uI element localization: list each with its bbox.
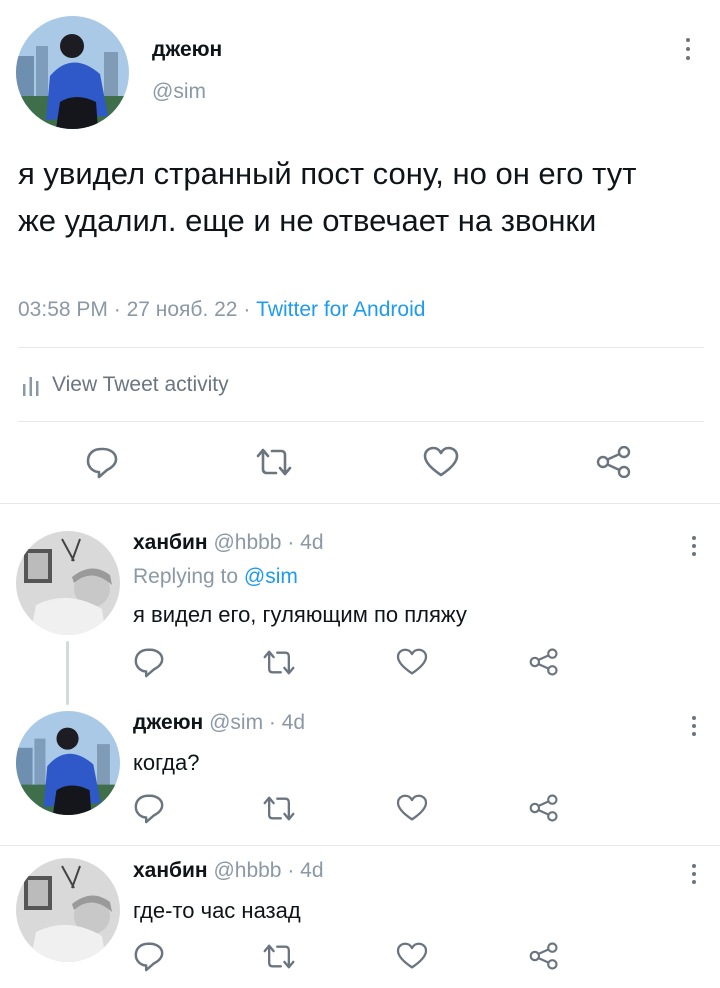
reply-author-handle[interactable]: @hbbb <box>213 859 281 882</box>
thread-connector <box>66 641 69 705</box>
avatar-reply-2[interactable] <box>16 711 120 815</box>
reply-author-name[interactable]: ханбин <box>133 859 208 882</box>
like-button[interactable] <box>423 446 459 478</box>
retweet-icon <box>263 944 295 969</box>
like-button[interactable] <box>396 942 428 970</box>
reply-icon <box>134 648 164 678</box>
avatar-image <box>16 531 120 635</box>
divider <box>0 503 720 504</box>
reply-text: когда? <box>133 750 200 775</box>
reply-2-header: джеюн @sim · 4d <box>133 711 305 735</box>
divider <box>0 845 720 846</box>
bar-chart-icon <box>23 377 39 396</box>
main-author-handle[interactable]: @sim <box>152 80 206 104</box>
main-tweet-text: я увидел странный пост сону, но он его т… <box>18 156 637 238</box>
retweet-icon <box>256 448 292 476</box>
reply-1-header: ханбин @hbbb · 4d <box>133 531 324 555</box>
reply-button[interactable] <box>133 792 165 824</box>
reply-button[interactable] <box>133 646 165 678</box>
divider <box>18 421 704 422</box>
meta-separator: · <box>243 298 251 321</box>
retweet-button[interactable] <box>262 943 296 970</box>
like-icon <box>423 446 459 477</box>
share-icon <box>529 794 558 822</box>
retweet-button[interactable] <box>255 447 293 477</box>
reply-age: · 4d <box>268 711 306 734</box>
more-icon[interactable] <box>689 716 699 736</box>
more-icon[interactable] <box>689 536 699 556</box>
share-button[interactable] <box>529 794 559 822</box>
replying-to: Replying to @sim <box>133 565 298 589</box>
retweet-button[interactable] <box>262 649 296 676</box>
replying-to-handle[interactable]: @sim <box>244 565 298 588</box>
like-button[interactable] <box>396 648 428 676</box>
share-icon <box>529 942 558 970</box>
replying-to-label: Replying to <box>133 565 239 588</box>
reply-button[interactable] <box>85 445 119 479</box>
reply-author-name[interactable]: джеюн <box>133 711 203 734</box>
view-tweet-activity-button[interactable]: View Tweet activity <box>22 370 229 400</box>
reply-icon <box>134 942 164 972</box>
meta-separator: · <box>113 298 121 321</box>
avatar-reply-1[interactable] <box>16 531 120 635</box>
avatar-image <box>16 858 120 962</box>
retweet-icon <box>263 650 295 675</box>
avatar-image <box>16 16 129 129</box>
like-icon <box>396 942 428 969</box>
reply-icon <box>86 447 118 479</box>
tweet-time: 03:58 PM <box>18 298 108 321</box>
share-icon <box>529 648 558 676</box>
reply-author-handle[interactable]: @hbbb <box>213 531 281 554</box>
main-tweet-meta: 03:58 PM · 27 нояб. 22 · Twitter for And… <box>18 298 425 322</box>
reply-author-name[interactable]: ханбин <box>133 531 208 554</box>
reply-text: где-то час назад <box>133 898 301 923</box>
reply-icon <box>134 794 164 824</box>
avatar-image <box>16 711 120 815</box>
view-tweet-activity-label: View Tweet activity <box>52 373 229 396</box>
tweet-date: 27 нояб. 22 <box>126 298 238 321</box>
avatar-reply-3[interactable] <box>16 858 120 962</box>
reply-age: · 4d <box>287 531 324 554</box>
avatar-main-author[interactable] <box>16 16 129 129</box>
reply-age: · 4d <box>287 859 324 882</box>
share-icon <box>596 446 631 478</box>
reply-author-handle[interactable]: @sim <box>209 711 263 734</box>
like-button[interactable] <box>396 794 428 822</box>
like-icon <box>396 648 428 675</box>
retweet-button[interactable] <box>262 795 296 822</box>
divider <box>18 347 704 348</box>
reply-3-header: ханбин @hbbb · 4d <box>133 859 324 883</box>
share-button[interactable] <box>529 648 559 676</box>
more-icon[interactable] <box>689 864 699 884</box>
main-author-name[interactable]: джеюн <box>152 38 222 62</box>
reply-button[interactable] <box>133 940 165 972</box>
more-icon[interactable] <box>683 38 693 60</box>
reply-text: я видел его, гуляющим по пляжу <box>133 602 467 627</box>
tweet-source-link[interactable]: Twitter for Android <box>256 298 425 321</box>
retweet-icon <box>263 796 295 821</box>
like-icon <box>396 794 428 821</box>
share-button[interactable] <box>529 942 559 970</box>
share-button[interactable] <box>596 446 632 478</box>
